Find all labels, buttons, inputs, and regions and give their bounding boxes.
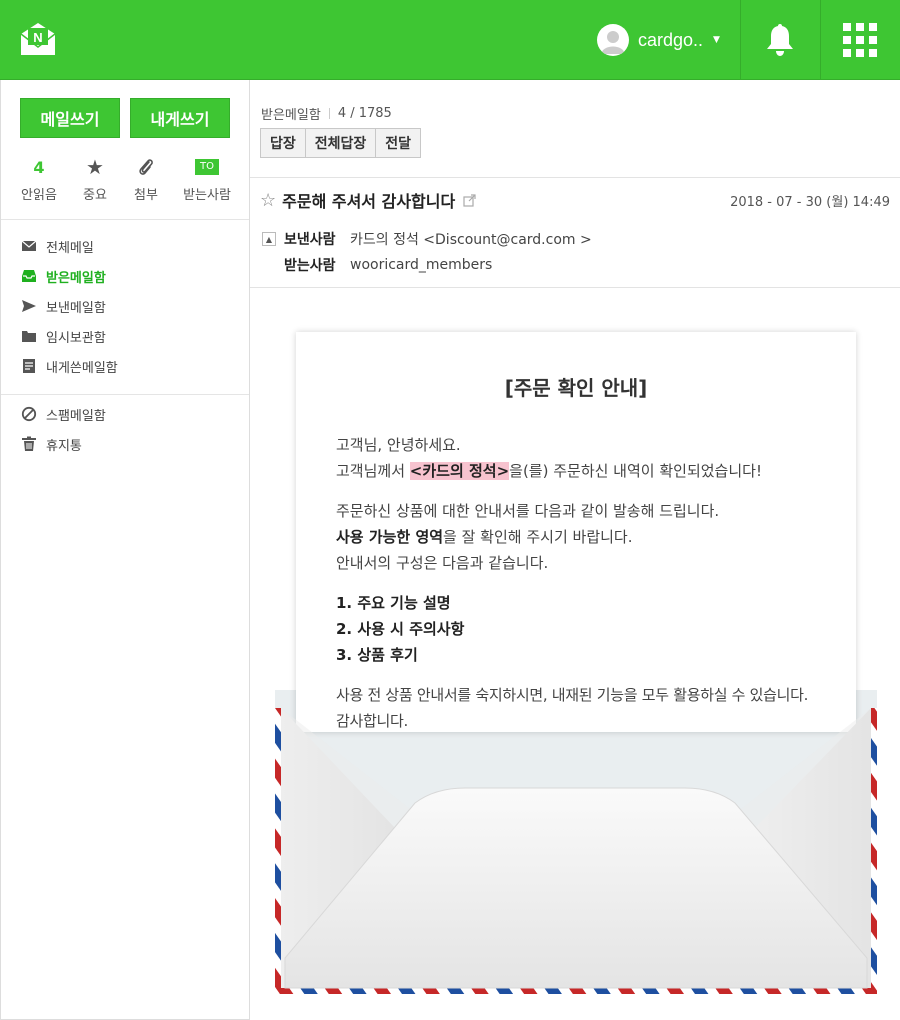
mail-position: 4 / 1785 <box>337 106 392 121</box>
stat-unread[interactable]: 4 안읽음 <box>9 156 69 204</box>
note-icon <box>23 359 35 373</box>
divider <box>250 177 900 178</box>
divider <box>1 219 249 220</box>
folder-trash[interactable]: 휴지통 <box>21 434 82 454</box>
compose-button[interactable]: 메일쓰기 <box>20 98 120 138</box>
apps-grid-icon[interactable] <box>843 23 877 57</box>
folder-all-mail[interactable]: 전체메일 <box>21 236 94 256</box>
mail-stats: 4 안읽음 ★ 중요 첨부 TO 받는사람 <box>1 155 249 206</box>
folder-name[interactable]: 받은메일함 <box>261 104 321 123</box>
mail-subject: 주문해 주셔서 감사합니다 <box>282 192 456 211</box>
folder-label: 보낸메일함 <box>46 300 106 316</box>
letter-paper: [주문 확인 안내] 고객님, 안녕하세요. 고객님께서 <카드의 정석>을(를… <box>296 332 856 732</box>
envelope-icon <box>21 240 37 251</box>
recipient-value[interactable]: wooricard_members <box>350 257 492 273</box>
stat-label: 받는사람 <box>183 188 231 203</box>
sender-row: ▲ 보낸사람 카드의 정석 <Discount@card.com > <box>262 226 592 252</box>
username: cardgo.. <box>638 29 704 50</box>
divider <box>740 0 741 80</box>
folder-sent[interactable]: 보낸메일함 <box>21 296 106 316</box>
star-icon: ★ <box>86 155 104 179</box>
letter-title: [주문 확인 안내] <box>504 376 648 400</box>
naver-mail-logo-icon[interactable]: N <box>20 22 56 56</box>
list-item: 3. 상품 후기 <box>336 646 418 664</box>
envelope-front <box>275 708 877 994</box>
folder-label: 휴지통 <box>46 438 82 454</box>
self-compose-button[interactable]: 내게쓰기 <box>130 98 230 138</box>
avatar <box>597 24 629 56</box>
folder-label: 받은메일함 <box>46 270 106 286</box>
breadcrumb: 받은메일함 4 / 1785 <box>261 104 392 123</box>
logo-letter: N <box>33 30 42 45</box>
recipient-row: 받는사람 wooricard_members <box>262 252 592 278</box>
collapse-toggle-icon[interactable]: ▲ <box>262 232 276 246</box>
stat-label: 안읽음 <box>21 188 57 203</box>
mail-actions: 답장 전체답장 전달 <box>260 128 422 158</box>
divider <box>1 394 249 395</box>
subject-row: ☆ 주문해 주셔서 감사합니다 2018 - 07 - 30 (월) 14:49 <box>260 188 890 212</box>
mail-view: 받은메일함 4 / 1785 답장 전체답장 전달 ☆ 주문해 주셔서 감사합니… <box>250 80 900 1020</box>
user-menu[interactable]: cardgo.. ▼ <box>597 24 720 56</box>
bell-icon[interactable] <box>764 22 796 58</box>
folder-inbox[interactable]: 받은메일함 <box>21 266 106 286</box>
letter-greeting: 고객님, 안녕하세요. <box>336 436 461 454</box>
paperclip-icon <box>139 159 153 175</box>
reply-button[interactable]: 답장 <box>260 128 306 158</box>
letter-line2-post: 을(를) 주문하신 내역이 확인되었습니다! <box>509 462 762 480</box>
top-bar: N cardgo.. ▼ <box>0 0 900 80</box>
letter-line2-pre: 고객님께서 <box>336 462 410 480</box>
list-item: 2. 사용 시 주의사항 <box>336 620 465 638</box>
letter-text: 고객님, 안녕하세요. 고객님께서 <카드의 정석>을(를) 주문하신 내역이 … <box>336 432 846 748</box>
mail-date: 2018 - 07 - 30 (월) 14:49 <box>730 195 890 210</box>
letter-para2-line3: 안내서의 구성은 다음과 같습니다. <box>336 554 549 572</box>
folder-drafts[interactable]: 임시보관함 <box>21 326 106 346</box>
list-item: 1. 주요 기능 설명 <box>336 594 451 612</box>
folder-label: 내게쓴메일함 <box>46 360 118 376</box>
reply-all-button[interactable]: 전체답장 <box>304 128 377 158</box>
letter-para2-rest: 을 잘 확인해 주시기 바랍니다. <box>443 528 633 546</box>
to-badge: TO <box>195 159 219 175</box>
divider <box>328 108 330 119</box>
forward-button[interactable]: 전달 <box>375 128 422 158</box>
mail-meta: ▲ 보낸사람 카드의 정석 <Discount@card.com > 받는사람 … <box>262 226 592 278</box>
sender-value[interactable]: 카드의 정석 <Discount@card.com > <box>350 229 592 249</box>
recipient-label: 받는사람 <box>284 258 336 274</box>
star-outline-icon[interactable]: ☆ <box>260 190 276 211</box>
letter-para2-line1: 주문하신 상품에 대한 안내서를 다음과 같이 발송해 드립니다. <box>336 502 720 520</box>
user-silhouette-icon <box>601 31 625 54</box>
folder-icon <box>22 331 36 342</box>
inbox-icon <box>22 270 36 282</box>
open-new-window-icon[interactable] <box>463 193 476 207</box>
product-name-highlight: <카드의 정석> <box>409 462 510 480</box>
folder-label: 스팸메일함 <box>46 408 106 424</box>
chevron-down-icon: ▼ <box>713 35 720 45</box>
stat-attachment[interactable]: 첨부 <box>116 156 176 203</box>
divider <box>820 0 821 80</box>
stat-recipient[interactable]: TO 받는사람 <box>177 156 237 203</box>
send-icon <box>22 300 36 312</box>
sidebar: 메일쓰기 내게쓰기 4 안읽음 ★ 중요 첨부 TO 받는사람 전체메일 받은메… <box>0 80 250 1020</box>
folder-label: 전체메일 <box>46 240 94 256</box>
stat-label: 첨부 <box>134 188 158 203</box>
letter-para2-bold: 사용 가능한 영역 <box>336 528 444 546</box>
folder-to-me[interactable]: 내게쓴메일함 <box>21 356 118 376</box>
trash-icon <box>22 436 36 451</box>
folder-spam[interactable]: 스팸메일함 <box>21 404 106 424</box>
letter-closing1: 사용 전 상품 안내서를 숙지하시면, 내재된 기능을 모두 활용하실 수 있습… <box>336 686 809 704</box>
folder-label: 임시보관함 <box>46 330 106 346</box>
block-icon <box>21 406 37 422</box>
sender-label: 보낸사람 <box>284 232 336 248</box>
unread-count: 4 <box>33 157 45 177</box>
